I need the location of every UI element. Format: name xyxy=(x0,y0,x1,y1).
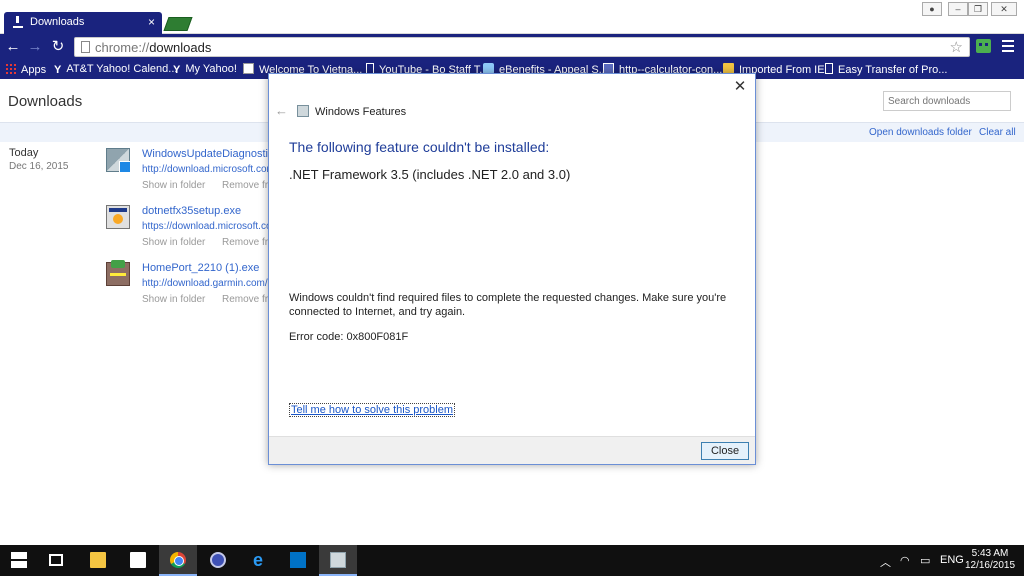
date-label: Today xyxy=(9,147,39,159)
apps-grid-icon xyxy=(5,63,16,74)
lock-icon xyxy=(210,552,226,568)
file-explorer-button[interactable] xyxy=(79,545,117,576)
bookmark-my-yahoo[interactable]: Y My Yahoo! xyxy=(173,63,237,76)
language-indicator[interactable]: ENG xyxy=(940,554,964,566)
new-tab-button[interactable] xyxy=(163,17,193,31)
site-image-icon xyxy=(243,63,254,74)
error-message: Windows couldn't find required files to … xyxy=(289,292,727,318)
remove-from-list-link[interactable]: Remove from list xyxy=(222,180,268,191)
task-view-icon xyxy=(49,554,63,566)
bookmark-star-icon[interactable]: ☆ xyxy=(950,38,963,56)
tab-strip: Downloads × ● – ❐ ✕ xyxy=(0,0,1024,34)
back-arrow-icon[interactable]: ← xyxy=(4,38,22,56)
chrome-icon xyxy=(170,552,186,568)
show-hidden-icons-icon[interactable]: ︿ xyxy=(880,554,891,570)
remove-from-list-link[interactable]: Remove from list xyxy=(222,294,268,305)
windows-features-taskbar-button[interactable] xyxy=(319,545,357,576)
tab-downloads[interactable]: Downloads × xyxy=(4,12,162,34)
windows-logo-icon xyxy=(11,552,27,568)
minimize-button[interactable]: – xyxy=(948,2,968,16)
download-item: HomePort_2210 (1).exe http://download.ga… xyxy=(106,260,276,314)
taskbar: e ︿ ◠ ▭ ENG 5:43 AM 12/16/2015 xyxy=(0,545,1024,576)
back-arrow-icon[interactable]: ← xyxy=(275,103,288,118)
clock-date: 12/16/2015 xyxy=(964,560,1016,571)
bookmark-apps[interactable]: Apps xyxy=(5,63,46,76)
windows-features-icon xyxy=(297,105,309,117)
address-url: chrome://downloads xyxy=(95,40,212,55)
bookmark-easy-transfer[interactable]: Easy Transfer of Pro... xyxy=(825,63,947,76)
restore-button[interactable]: ❐ xyxy=(968,2,988,16)
remove-from-list-link[interactable]: Remove from list xyxy=(222,237,268,248)
date-group: Today Dec 16, 2015 xyxy=(9,147,69,172)
windows-features-icon xyxy=(330,552,346,568)
browser-toolbar: ← → ↻ chrome://downloads ☆ xyxy=(0,34,1024,60)
download-item: WindowsUpdateDiagnostic.diagcab http://d… xyxy=(106,148,302,200)
download-icon xyxy=(13,16,23,28)
start-button[interactable] xyxy=(0,545,38,576)
profile-icon[interactable]: ● xyxy=(922,2,942,16)
tab-title: Downloads xyxy=(30,16,85,28)
download-item: dotnetfx35setup.exe https://download.mic… xyxy=(106,205,280,257)
menu-icon[interactable] xyxy=(1002,40,1014,52)
diagcab-file-icon xyxy=(106,148,131,173)
page-icon xyxy=(825,63,833,74)
page-title: Downloads xyxy=(8,93,83,110)
vpn-button[interactable] xyxy=(199,545,237,576)
setup-exe-icon xyxy=(106,205,130,229)
dialog-heading: The following feature couldn't be instal… xyxy=(289,139,550,155)
store-bag-icon xyxy=(130,552,146,568)
yahoo-icon: Y xyxy=(173,64,181,76)
chrome-button[interactable] xyxy=(159,545,197,576)
search-downloads-input[interactable] xyxy=(883,91,1011,111)
task-view-button[interactable] xyxy=(38,545,76,576)
help-link[interactable]: Tell me how to solve this problem xyxy=(289,403,456,417)
installer-box-icon xyxy=(106,260,130,286)
reload-icon[interactable]: ↻ xyxy=(49,38,67,56)
internet-explorer-button[interactable]: e xyxy=(239,545,277,576)
forward-arrow-icon[interactable]: → xyxy=(26,38,44,56)
date-value: Dec 16, 2015 xyxy=(9,161,69,172)
folder-icon xyxy=(90,552,106,568)
feature-name: .NET Framework 3.5 (includes .NET 2.0 an… xyxy=(289,167,571,182)
extension-icon[interactable] xyxy=(976,39,991,53)
show-in-folder-link[interactable]: Show in folder xyxy=(142,237,205,248)
address-bar[interactable]: chrome://downloads ☆ xyxy=(74,37,970,57)
chat-icon[interactable]: ▭ xyxy=(920,554,930,567)
clear-all-link[interactable]: Clear all xyxy=(979,127,1016,138)
tab-close-icon[interactable]: × xyxy=(148,15,155,29)
close-window-button[interactable]: ✕ xyxy=(991,2,1017,16)
wifi-icon[interactable]: ◠ xyxy=(900,554,910,567)
store-button[interactable] xyxy=(119,545,157,576)
close-button[interactable]: Close xyxy=(701,442,749,460)
dialog-footer: Close xyxy=(269,436,755,464)
yahoo-icon: Y xyxy=(54,64,62,76)
show-in-folder-link[interactable]: Show in folder xyxy=(142,294,205,305)
bookmark-att-yahoo[interactable]: Y AT&T Yahoo! Calend... xyxy=(54,63,177,76)
open-downloads-folder-link[interactable]: Open downloads folder xyxy=(869,127,972,138)
page-icon xyxy=(81,41,90,53)
close-icon[interactable]: ✕ xyxy=(731,77,749,95)
outlook-icon xyxy=(290,552,306,568)
clock-time: 5:43 AM xyxy=(971,548,1009,559)
clock[interactable]: 5:43 AM 12/16/2015 xyxy=(963,548,1017,572)
internet-explorer-icon: e xyxy=(252,550,263,570)
outlook-button[interactable] xyxy=(279,545,317,576)
error-code: Error code: 0x800F081F xyxy=(289,331,409,343)
windows-features-dialog: ✕ ← Windows Features The following featu… xyxy=(268,73,756,465)
dialog-title: Windows Features xyxy=(315,106,407,118)
show-in-folder-link[interactable]: Show in folder xyxy=(142,180,205,191)
